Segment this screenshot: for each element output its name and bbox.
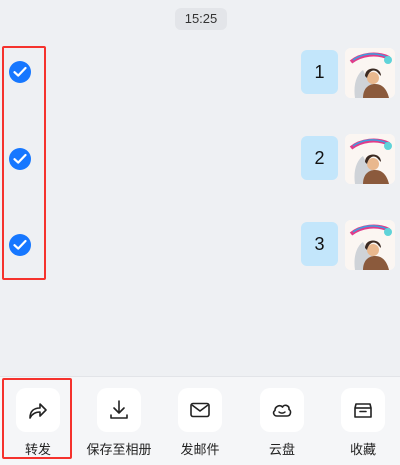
send-email-button[interactable]: 发邮件 — [164, 377, 236, 465]
sticker-avatar-icon[interactable] — [345, 48, 395, 98]
forward-highlight-box — [2, 378, 72, 459]
message-bubble[interactable]: 1 — [301, 50, 338, 94]
sticker-avatar-icon[interactable] — [345, 220, 395, 270]
download-icon — [110, 400, 128, 419]
message-row[interactable]: 1 — [0, 48, 400, 108]
save-to-album-label: 保存至相册 — [86, 443, 152, 458]
favorites-box-icon — [354, 403, 372, 418]
cloud-drive-button[interactable]: 云盘 — [246, 377, 318, 465]
cloud-icon — [272, 404, 292, 417]
mail-icon — [190, 402, 210, 418]
favorites-button[interactable]: 收藏 — [327, 377, 399, 465]
message-row[interactable]: 2 — [0, 134, 400, 194]
message-bubble[interactable]: 2 — [301, 136, 338, 180]
sticker-avatar-icon[interactable] — [345, 134, 395, 184]
save-to-album-button[interactable]: 保存至相册 — [83, 377, 155, 465]
message-row[interactable]: 3 — [0, 220, 400, 280]
cloud-drive-label: 云盘 — [268, 443, 295, 458]
favorites-label: 收藏 — [349, 443, 376, 458]
message-bubble[interactable]: 3 — [301, 222, 338, 266]
send-email-label: 发邮件 — [180, 443, 220, 458]
message-timestamp: 15:25 — [175, 8, 227, 30]
